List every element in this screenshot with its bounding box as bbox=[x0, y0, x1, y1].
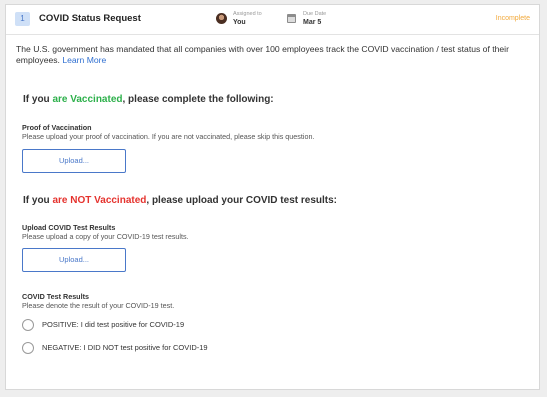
task-header: 1 COVID Status Request Assigned to You D… bbox=[6, 5, 539, 35]
radio-button-positive[interactable] bbox=[22, 319, 34, 331]
upload-test-results-button[interactable]: Upload... bbox=[22, 248, 126, 272]
assigned-value: You bbox=[233, 19, 246, 26]
vaccinated-heading-highlight: are Vaccinated bbox=[52, 94, 123, 105]
test-results-label: COVID Test Results bbox=[22, 292, 89, 301]
learn-more-link[interactable]: Learn More bbox=[62, 55, 106, 65]
intro-paragraph: The U.S. government has mandated that al… bbox=[16, 44, 531, 66]
upload-test-results-label: Upload COVID Test Results bbox=[22, 223, 116, 232]
status-badge: Incomplete bbox=[495, 15, 530, 22]
proof-of-vaccination-label: Proof of Vaccination bbox=[22, 123, 92, 132]
radio-label-negative: NEGATIVE: I DID NOT test positive for CO… bbox=[42, 343, 208, 352]
avatar bbox=[216, 13, 227, 24]
calendar-icon bbox=[287, 14, 296, 23]
radio-option-negative[interactable]: NEGATIVE: I DID NOT test positive for CO… bbox=[22, 342, 242, 356]
step-badge: 1 bbox=[15, 12, 30, 26]
vaccinated-heading-suffix: , please complete the following: bbox=[122, 94, 274, 105]
test-results-help: Please denote the result of your COVID-1… bbox=[22, 301, 175, 310]
radio-label-positive: POSITIVE: I did test positive for COVID-… bbox=[42, 320, 185, 329]
proof-of-vaccination-help: Please upload your proof of vaccination.… bbox=[22, 132, 315, 141]
due-date-value: Mar 5 bbox=[303, 19, 322, 26]
due-date-label: Due Date bbox=[303, 11, 327, 17]
radio-button-negative[interactable] bbox=[22, 342, 34, 354]
not-vaccinated-heading-highlight: are NOT Vaccinated bbox=[52, 195, 147, 206]
covid-status-card: 1 COVID Status Request Assigned to You D… bbox=[5, 4, 540, 390]
vaccinated-heading-prefix: If you bbox=[23, 94, 53, 105]
upload-test-results-help: Please upload a copy of your COVID-19 te… bbox=[22, 232, 189, 241]
not-vaccinated-heading-prefix: If you bbox=[23, 195, 53, 206]
radio-option-positive[interactable]: POSITIVE: I did test positive for COVID-… bbox=[22, 319, 222, 333]
upload-vaccination-button[interactable]: Upload... bbox=[22, 149, 126, 173]
assigned-label: Assigned to bbox=[233, 11, 262, 17]
not-vaccinated-heading-suffix: , please upload your COVID test results: bbox=[146, 195, 337, 206]
task-title: COVID Status Request bbox=[39, 13, 141, 24]
vaccinated-heading: If you are Vaccinated, please complete t… bbox=[23, 94, 274, 105]
not-vaccinated-heading: If you are NOT Vaccinated, please upload… bbox=[23, 195, 337, 206]
